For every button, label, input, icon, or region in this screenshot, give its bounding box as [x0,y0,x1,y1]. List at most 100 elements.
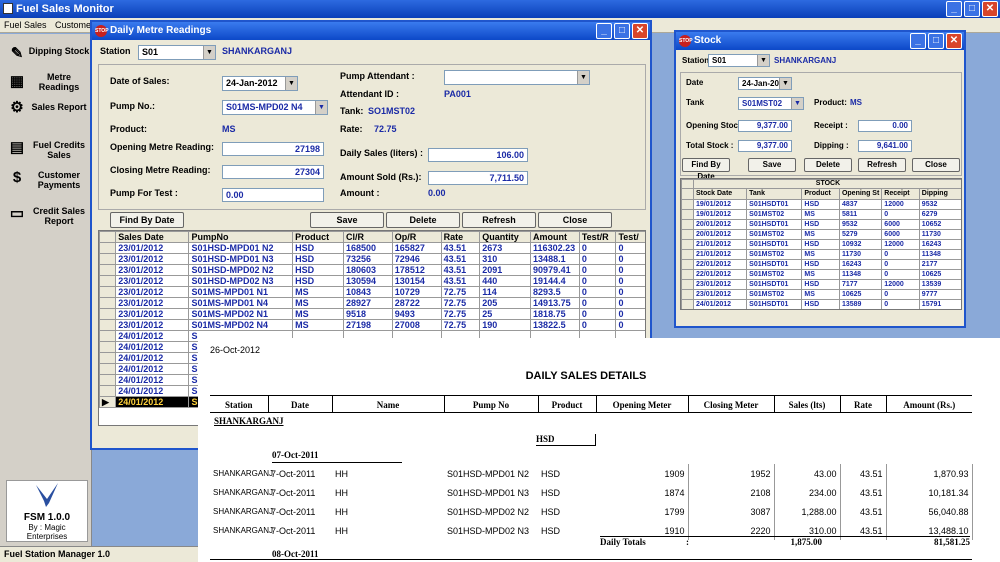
row-selector[interactable] [681,249,694,260]
col-header[interactable]: Cl/R [343,231,393,243]
row-selector[interactable] [681,219,694,230]
table-row[interactable]: 24/01/2012 S01HSDT01 HSD 13589 0 15791 [681,299,961,309]
col-header[interactable]: Stock Date [692,188,748,200]
col-header[interactable]: Amount [530,231,580,243]
table-row[interactable]: 23/01/2012 S01HSD-MPD02 N2 HSD 180603 178512… [99,264,645,276]
table-row[interactable]: 19/01/2012 S01MST02 MS 5811 0 6279 [681,209,961,220]
stock-grid[interactable]: STOCK Stock Date Tank Product Opening St… [680,178,962,310]
attendant-select[interactable]: ▼ [444,70,590,85]
row-selector[interactable] [99,308,117,320]
row-selector[interactable] [681,259,694,270]
receipt-field[interactable]: 0.00 [858,120,912,132]
table-row[interactable]: 21/01/2012 S01HSDT01 HSD 10932 12000 16243 [681,239,961,250]
col-header[interactable]: Quantity [479,231,532,243]
stock-station-select[interactable]: S01 ▼ [708,54,770,67]
table-row[interactable]: 19/01/2012 S01HSDT01 HSD 4837 12000 9532 [681,199,961,210]
row-selector[interactable] [99,253,117,265]
row-selector[interactable] [99,242,117,254]
minimize-button[interactable]: _ [946,1,962,17]
opening-stock-field[interactable]: 9,377.00 [738,120,792,132]
stock-maximize-button[interactable]: □ [928,33,944,49]
refresh-button[interactable]: Refresh [462,212,536,228]
row-selector[interactable] [99,297,117,309]
col-header[interactable]: PumpNo [188,231,294,243]
total-stock-field[interactable]: 9,377.00 [738,140,792,152]
table-row[interactable]: 23/01/2012 S01MS-MPD01 N4 MS 28927 28722 72.7… [99,297,645,309]
col-header[interactable]: Op/R [391,231,442,243]
dipping-field[interactable]: 9,641.00 [858,140,912,152]
table-row[interactable]: 20/01/2012 S01MST02 MS 5279 6000 11730 [681,229,961,240]
row-selector[interactable] [681,279,694,290]
col-header[interactable]: Sales Date [115,231,190,243]
table-row[interactable]: 20/01/2012 S01HSDT01 HSD 9532 6000 10652 [681,219,961,230]
row-selector[interactable] [681,239,694,250]
test-field[interactable]: 0.00 [222,188,324,202]
col-header[interactable]: Receipt [881,188,920,200]
stock-close-button[interactable]: Close [912,158,960,172]
table-row[interactable]: 23/01/2012 S01HSD-MPD01 N3 HSD 73256 72946 43… [99,253,645,265]
opening-field[interactable]: 27198 [222,142,324,156]
row-selector[interactable] [99,264,117,276]
stock-close-button[interactable]: ✕ [946,33,962,49]
maximize-button[interactable]: □ [964,1,980,17]
sidebar-item-dipping-stock[interactable]: ✎ Dipping Stock [4,44,90,68]
col-header[interactable]: Rate [440,231,481,243]
menu-fuel-sales[interactable]: Fuel Sales [4,20,47,30]
stock-refresh-button[interactable]: Refresh [858,158,906,172]
row-selector[interactable] [99,275,117,287]
row-selector[interactable] [99,352,117,364]
close-button[interactable]: Close [538,212,612,228]
row-selector[interactable] [681,289,694,300]
row-selector[interactable] [681,299,694,309]
sidebar-item-fuel-credits-sales[interactable]: ▤ Fuel Credits Sales [4,138,90,162]
row-selector[interactable] [99,319,117,331]
save-button[interactable]: Save [310,212,384,228]
stock-tank-select[interactable]: S01MST02 ▼ [738,97,804,110]
sidebar-item-customer-payments[interactable]: $ Customer Payments [4,168,90,192]
table-row[interactable]: 21/01/2012 S01MST02 MS 11730 0 11348 [681,249,961,260]
row-selector[interactable] [99,341,117,353]
metre-minimize-button[interactable]: _ [596,23,612,39]
row-selector[interactable] [681,209,694,220]
table-row[interactable]: 23/01/2012 S01HSD-MPD01 N2 HSD 168500 165827… [99,242,645,254]
col-header[interactable]: Product [801,188,840,200]
closing-field[interactable]: 27304 [222,165,324,179]
stock-delete-button[interactable]: Delete [804,158,852,172]
row-selector[interactable]: ▶ [682,310,694,311]
close-button[interactable]: ✕ [982,1,998,17]
row-selector[interactable]: ▶ [99,396,117,408]
row-selector[interactable] [99,374,117,386]
col-header[interactable]: Test/R [578,231,617,243]
daily-sales-field[interactable]: 106.00 [428,148,528,162]
row-selector[interactable] [681,199,694,210]
table-row[interactable]: ▶24/01/2012S01MST02MS977709641 [682,310,963,311]
stock-minimize-button[interactable]: _ [910,33,926,49]
table-row[interactable]: 23/01/2012 S01HSDT01 HSD 7177 12000 13539 [681,279,961,290]
row-selector[interactable] [99,286,117,298]
date-picker[interactable]: 24-Jan-2012 ▼ [222,76,298,91]
stock-find-by-date-button[interactable]: Find By Date [682,158,730,181]
pump-select[interactable]: S01MS-MPD02 N4 ▼ [222,100,328,115]
col-header[interactable]: Product [292,231,344,243]
table-row[interactable]: 22/01/2012 S01HSDT01 HSD 16243 0 2177 [681,259,961,270]
col-header[interactable]: Opening St [838,188,883,200]
table-row[interactable]: 23/01/2012 S01MS-MPD02 N4 MS 27198 27008 72.7… [99,319,645,331]
col-header[interactable]: Tank [746,188,803,200]
delete-button[interactable]: Delete [386,212,460,228]
table-row[interactable]: 23/01/2012 S01MS-MPD02 N1 MS 9518 9493 72.75 2… [99,308,645,320]
metre-maximize-button[interactable]: □ [614,23,630,39]
stock-date-picker[interactable]: 24-Jan-2012 ▼ [738,77,792,90]
sidebar-item-sales-report[interactable]: ⚙ Sales Report [4,98,90,118]
table-row[interactable]: 23/01/2012 S01MST02 MS 10625 0 9777 [681,289,961,300]
row-selector[interactable] [99,330,117,342]
row-selector[interactable] [99,385,117,397]
row-selector[interactable] [681,269,694,280]
row-selector[interactable] [99,363,117,375]
find-by-date-button[interactable]: Find By Date [110,212,184,228]
station-select[interactable]: S01 ▼ [138,45,216,60]
stock-save-button[interactable]: Save [748,158,796,172]
row-selector[interactable] [681,229,694,240]
col-header[interactable]: Dipping [918,188,961,200]
sidebar-item-credit-sales-report[interactable]: ▭ Credit Sales Report [4,204,90,228]
table-row[interactable]: 23/01/2012 S01HSD-MPD02 N3 HSD 130594 130154… [99,275,645,287]
